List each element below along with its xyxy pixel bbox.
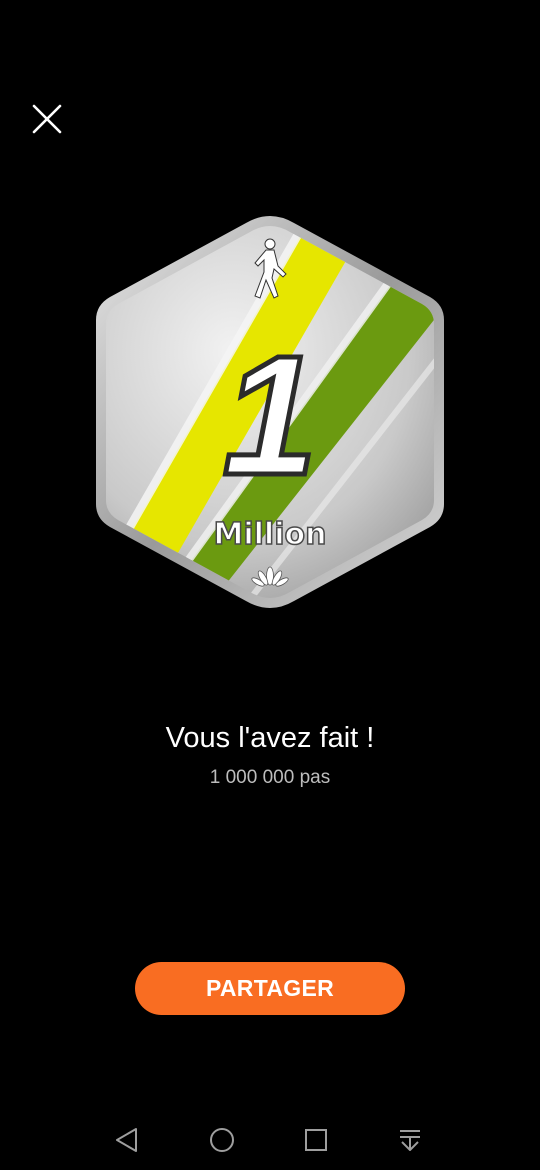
- notifications-button[interactable]: [394, 1124, 426, 1156]
- share-button[interactable]: PARTAGER: [135, 962, 405, 1015]
- close-icon: [32, 104, 62, 134]
- badge-label: Million: [214, 517, 327, 552]
- pull-down-notifications-icon: [400, 1130, 420, 1151]
- achievement-subtitle: 1 000 000 pas: [209, 767, 331, 788]
- recents-button[interactable]: [300, 1124, 332, 1156]
- recents-square-icon: [305, 1129, 327, 1151]
- back-triangle-icon: [116, 1128, 137, 1152]
- home-circle-icon: [210, 1128, 234, 1152]
- home-button[interactable]: [206, 1124, 238, 1156]
- badge-number: 1: [223, 321, 318, 511]
- close-button[interactable]: [27, 99, 67, 139]
- system-navigation-bar: [0, 1110, 540, 1170]
- achievement-title: Vous l'avez fait !: [165, 722, 375, 754]
- back-button[interactable]: [111, 1124, 143, 1156]
- million-steps-badge: 1 Million: [84, 212, 456, 612]
